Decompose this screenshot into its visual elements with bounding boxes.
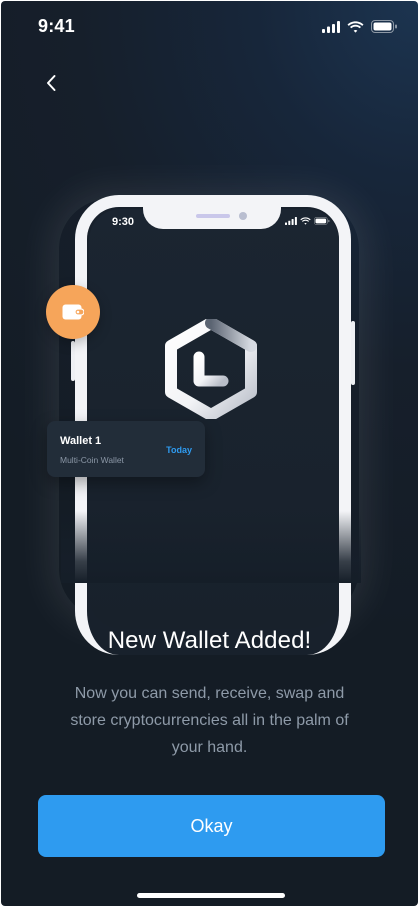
phone-bottom-fade (61, 511, 361, 583)
battery-icon (371, 20, 397, 33)
phone-status-icons (285, 217, 330, 225)
status-time: 9:41 (38, 16, 75, 36)
home-indicator[interactable] (137, 893, 285, 898)
page-description: Now you can send, receive, swap and stor… (70, 685, 349, 756)
okay-button[interactable]: Okay (38, 795, 385, 857)
chevron-left-icon (47, 75, 56, 91)
phone-side-button (351, 321, 355, 385)
phone-speaker (196, 214, 230, 218)
cellular-signal-icon (285, 217, 297, 225)
status-bar: 9:41 (1, 1, 418, 51)
cellular-signal-icon (322, 20, 340, 33)
wallet-card-date: Today (166, 445, 192, 455)
wallet-icon (62, 304, 84, 320)
wallet-card-type: Multi-Coin Wallet (60, 455, 124, 465)
phone-side-button (71, 341, 75, 381)
wallet-card: Wallet 1 Multi-Coin Wallet Today (47, 421, 205, 477)
wifi-icon (300, 217, 311, 225)
status-icons (322, 20, 398, 33)
phone-status-time: 9:30 (112, 216, 135, 228)
back-button[interactable] (37, 69, 65, 97)
page-title: New Wallet Added! (107, 627, 312, 654)
wallet-badge (46, 285, 100, 339)
wallet-card-name: Wallet 1 (60, 435, 102, 447)
app-logo-icon (165, 319, 257, 419)
battery-icon (314, 217, 330, 225)
app-screen: 9:41 9:30 Wallet 1 Multi-Coin Wallet Tod… (1, 1, 418, 906)
phone-illustration: 9:30 (1, 181, 418, 655)
wifi-icon (347, 20, 364, 33)
phone-camera (239, 212, 247, 220)
